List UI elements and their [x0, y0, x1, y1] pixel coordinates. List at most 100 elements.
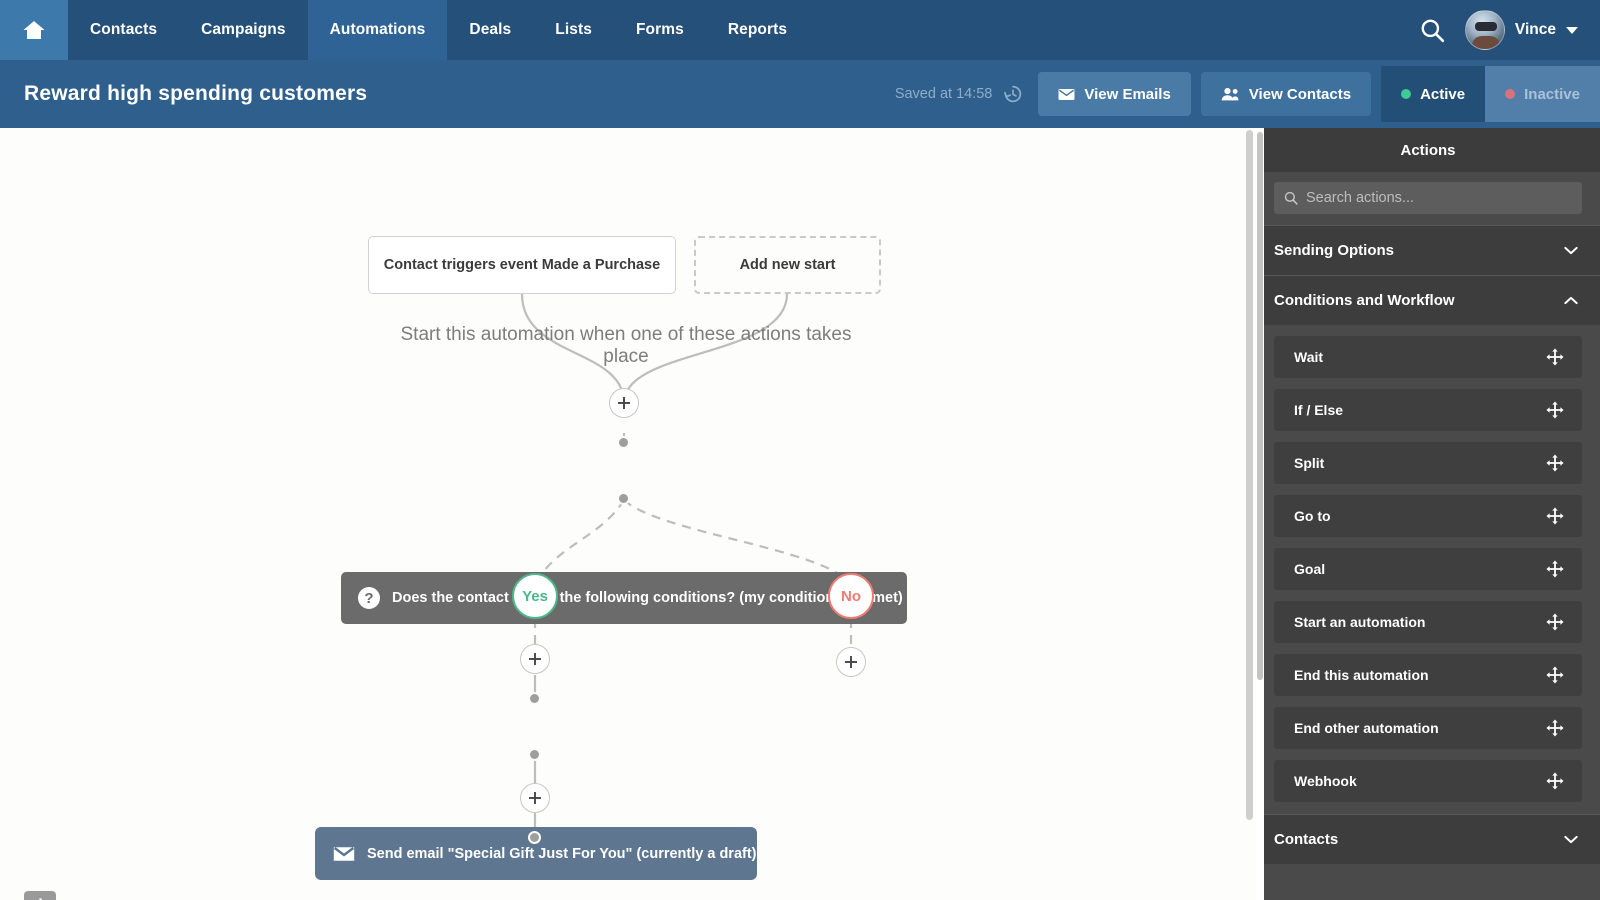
sidebar-section-items-conditions-and-workflow: Wait If / Else Split Go to Goal Start an auto… — [1256, 336, 1600, 814]
status-inactive-label: Inactive — [1524, 86, 1580, 103]
subheader-actions: Saved at 14:58 View Emails — [895, 60, 1600, 128]
nav-tab-label: Forms — [636, 21, 684, 39]
action-item-start-an-automation[interactable]: Start an automation — [1274, 601, 1582, 643]
plus-icon — [528, 791, 542, 805]
inactive-status-dot — [1505, 89, 1515, 99]
nav-tab-label: Contacts — [90, 21, 157, 39]
start-caption: Start this automation when one of these … — [376, 324, 876, 368]
branch-yes[interactable]: Yes — [512, 573, 558, 619]
active-status-dot — [1401, 89, 1411, 99]
canvas-scrollbar[interactable] — [1244, 128, 1254, 900]
actions-search[interactable] — [1274, 182, 1582, 214]
nav-tab-label: Lists — [555, 21, 592, 39]
automation-subheader: Reward high spending customers Saved at … — [0, 60, 1600, 128]
view-contacts-label: View Contacts — [1249, 86, 1351, 103]
plus-icon — [528, 652, 542, 666]
status-active-button[interactable]: Active — [1381, 66, 1485, 122]
sidebar-scrollbar-thumb[interactable] — [1257, 132, 1263, 680]
add-step-button-after-email[interactable] — [520, 783, 550, 813]
drag-handle-icon[interactable] — [1546, 613, 1564, 631]
action-item-go-to[interactable]: Go to — [1274, 495, 1582, 537]
canvas-scrollbar-thumb[interactable] — [1246, 130, 1253, 820]
status-active-label: Active — [1420, 86, 1465, 103]
search-icon — [1284, 191, 1298, 205]
view-emails-label: View Emails — [1084, 86, 1170, 103]
home-button[interactable] — [0, 0, 68, 60]
action-item-webhook[interactable]: Webhook — [1274, 760, 1582, 802]
automation-canvas[interactable]: Start this automation when one of these … — [0, 128, 1256, 900]
actions-search-wrap — [1256, 172, 1600, 225]
people-icon — [1221, 87, 1240, 101]
action-item-split[interactable]: Split — [1274, 442, 1582, 484]
nav-tab-forms[interactable]: Forms — [614, 0, 706, 60]
action-item-label: Go to — [1294, 508, 1331, 524]
sidebar-section-conditions-and-workflow[interactable]: Conditions and Workflow — [1256, 275, 1600, 325]
drag-handle-icon[interactable] — [1546, 454, 1564, 472]
saved-status: Saved at 14:58 — [895, 86, 993, 102]
add-new-start-label: Add new start — [740, 257, 836, 273]
view-contacts-button[interactable]: View Contacts — [1201, 72, 1371, 116]
drag-handle-icon[interactable] — [1546, 348, 1564, 366]
search-input[interactable] — [1306, 190, 1566, 206]
envelope-icon — [333, 846, 355, 862]
actions-sidebar: Actions Sending OptionsConditions and Wo… — [1256, 128, 1600, 900]
chevron-down-icon — [1566, 27, 1578, 34]
home-icon — [21, 18, 47, 42]
action-item-wait[interactable]: Wait — [1274, 336, 1582, 378]
drag-handle-icon[interactable] — [1546, 560, 1564, 578]
drag-handle-icon[interactable] — [1546, 507, 1564, 525]
user-menu[interactable]: Vince — [1465, 10, 1578, 50]
branch-yes-label: Yes — [522, 588, 548, 605]
sidebar-section-label: Contacts — [1274, 831, 1338, 848]
nav-tab-automations[interactable]: Automations — [308, 0, 448, 60]
condition-node-label: Does the contact match the following con… — [392, 590, 903, 606]
user-name: Vince — [1515, 21, 1556, 39]
status-inactive-button[interactable]: Inactive — [1485, 66, 1600, 122]
sidebar-section-sending-options[interactable]: Sending Options — [1256, 225, 1600, 275]
branch-no-label: No — [841, 588, 861, 605]
nav-tab-campaigns[interactable]: Campaigns — [179, 0, 307, 60]
sidebar-section-label: Conditions and Workflow — [1274, 292, 1455, 309]
nav-tab-lists[interactable]: Lists — [533, 0, 614, 60]
action-item-label: Split — [1294, 455, 1324, 471]
action-item-if-else[interactable]: If / Else — [1274, 389, 1582, 431]
nav-tab-contacts[interactable]: Contacts — [68, 0, 179, 60]
drag-handle-icon[interactable] — [1546, 719, 1564, 737]
chevron-up-icon — [1564, 296, 1578, 305]
drag-handle-icon[interactable] — [1546, 401, 1564, 419]
add-step-button-no[interactable] — [836, 647, 866, 677]
action-item-end-this-automation[interactable]: End this automation — [1274, 654, 1582, 696]
nav-tab-deals[interactable]: Deals — [447, 0, 533, 60]
sidebar-scrollbar[interactable] — [1256, 128, 1264, 900]
condition-node[interactable]: ? Does the contact match the following c… — [341, 572, 907, 624]
sidebar-section-label: Sending Options — [1274, 242, 1394, 259]
nav-tab-reports[interactable]: Reports — [706, 0, 809, 60]
action-item-label: Wait — [1294, 349, 1323, 365]
action-item-end-other-automation[interactable]: End other automation — [1274, 707, 1582, 749]
connector-dot — [528, 831, 541, 844]
drag-handle-icon[interactable] — [1546, 772, 1564, 790]
view-emails-button[interactable]: View Emails — [1038, 72, 1190, 116]
send-email-label: Send email "Special Gift Just For You" (… — [367, 846, 757, 862]
add-new-start-node[interactable]: Add new start — [694, 236, 881, 294]
nav-tab-label: Automations — [330, 21, 426, 39]
action-item-label: End other automation — [1294, 720, 1439, 736]
branch-no[interactable]: No — [828, 573, 874, 619]
plus-icon — [844, 655, 858, 669]
action-item-label: Webhook — [1294, 773, 1357, 789]
plus-icon — [617, 396, 631, 410]
search-icon[interactable] — [1419, 17, 1445, 43]
action-item-goal[interactable]: Goal — [1274, 548, 1582, 590]
drag-handle-icon[interactable] — [1546, 666, 1564, 684]
add-step-button-yes[interactable] — [520, 644, 550, 674]
connector-dot — [528, 692, 541, 705]
add-step-button-root[interactable] — [609, 388, 639, 418]
history-icon[interactable] — [1002, 83, 1024, 105]
zoom-in-button[interactable] — [24, 891, 56, 900]
trigger-node[interactable]: Contact triggers event Made a Purchase — [368, 236, 676, 294]
page-title: Reward high spending customers — [24, 82, 367, 106]
sidebar-section-contacts[interactable]: Contacts — [1256, 814, 1600, 864]
action-item-label: Goal — [1294, 561, 1325, 577]
top-navigation-bar: Contacts Campaigns Automations Deals Lists Fo… — [0, 0, 1600, 60]
question-mark-icon: ? — [358, 587, 380, 609]
